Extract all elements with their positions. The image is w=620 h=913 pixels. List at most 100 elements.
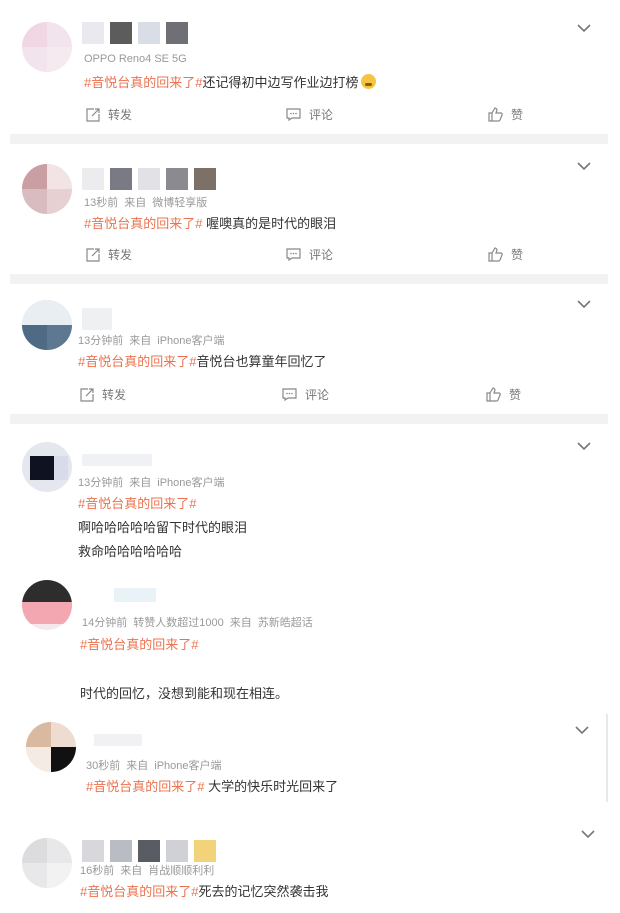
meta-source[interactable]: 肖战顺顺利利: [148, 865, 214, 877]
comment-button[interactable]: 评论: [286, 246, 333, 263]
avatar[interactable]: [22, 580, 72, 630]
comment-icon: [282, 388, 297, 401]
topic-link[interactable]: #音悦台真的回来了#: [84, 75, 202, 90]
comment-card: 13秒前 来自 微博轻享版 #音悦台真的回来了# 喔噢真的是时代的眼泪 转发 评论 …: [10, 146, 608, 270]
meta-from: 来自: [229, 617, 252, 629]
repost-button[interactable]: 转发: [86, 106, 132, 123]
comment-line: 啊哈哈哈哈哈留下时代的眼泪: [78, 520, 248, 535]
topic-link[interactable]: #音悦台真的回来了#: [80, 637, 198, 652]
comment-text: #音悦台真的回来了# 喔噢真的是时代的眼泪: [84, 213, 336, 232]
meta-time: 30秒前: [86, 760, 121, 772]
comment-meta: OPPO Reno4 SE 5G: [84, 53, 193, 65]
topic-link[interactable]: #音悦台真的回来了#: [78, 354, 196, 369]
comment-text: #音悦台真的回来了#还记得初中边写作业边打榜: [84, 72, 377, 91]
comment-line: 救命哈哈哈哈哈哈: [78, 544, 183, 559]
comment-meta: 30秒前 来自 iPhone客户端: [86, 757, 228, 773]
blurred-username[interactable]: [94, 734, 142, 756]
divider: [10, 274, 608, 284]
comment-meta: 14分钟前 转赞人数超过1000 来自 苏新皓超话: [82, 614, 319, 630]
comment-button[interactable]: 评论: [286, 106, 333, 123]
comment-meta: 13秒前 来自 微博轻享版: [84, 194, 213, 210]
meta-from: 来自: [124, 197, 147, 209]
avatar[interactable]: [22, 164, 72, 214]
comment-text: #音悦台真的回来了#音悦台也算童年回忆了: [78, 351, 326, 370]
comment-card: 14分钟前 转赞人数超过1000 来自 苏新皓超话 #音悦台真的回来了# 时代的回忆，…: [14, 572, 606, 712]
like-button[interactable]: 赞: [488, 246, 523, 263]
meta-time: 13分钟前: [78, 477, 124, 489]
comment-card: 30秒前 来自 iPhone客户端 #音悦台真的回来了# 大学的快乐时光回来了: [14, 714, 608, 802]
comment-meta: 16秒前 来自 肖战顺顺利利: [80, 862, 220, 878]
action-bar: 转发 评论 赞: [10, 106, 608, 130]
thumbs-up-icon: [488, 107, 503, 122]
comment-card: OPPO Reno4 SE 5G #音悦台真的回来了#还记得初中边写作业边打榜 …: [10, 8, 608, 132]
repost-button[interactable]: 转发: [80, 386, 126, 403]
comment-card: 13分钟前 来自 iPhone客户端 #音悦台真的回来了#音悦台也算童年回忆了 转发…: [10, 286, 608, 410]
topic-link[interactable]: #音悦台真的回来了#: [78, 496, 196, 511]
comment-body: 死去的记忆突然袭击我: [198, 884, 329, 899]
meta-time: 16秒前: [80, 865, 115, 877]
avatar[interactable]: [22, 838, 72, 888]
comment-topic: #音悦台真的回来了#: [78, 493, 196, 512]
repost-icon: [86, 247, 100, 262]
comment-text: #音悦台真的回来了#死去的记忆突然袭击我: [80, 881, 328, 900]
meta-source[interactable]: OPPO Reno4 SE 5G: [84, 53, 187, 65]
topic-link[interactable]: #音悦台真的回来了#: [86, 779, 204, 794]
meta-source[interactable]: iPhone客户端: [154, 760, 221, 772]
comment-icon: [286, 108, 301, 121]
topic-link[interactable]: #音悦台真的回来了#: [80, 884, 198, 899]
comment-line: 时代的回忆，没想到能和现在相连。: [80, 686, 289, 701]
meta-from: 来自: [129, 335, 152, 347]
thumbs-up-icon: [488, 247, 503, 262]
blurred-username[interactable]: [114, 588, 156, 610]
comment-meta: 13分钟前 来自 iPhone客户端: [78, 332, 231, 348]
meta-time: 13秒前: [84, 197, 119, 209]
comment-body: 音悦台也算童年回忆了: [196, 354, 327, 369]
blurred-username[interactable]: [82, 22, 188, 44]
meta-time: 14分钟前: [82, 617, 128, 629]
meta-reposts: 转赞人数超过1000: [133, 617, 224, 629]
crying-face-icon: [361, 74, 377, 89]
blurred-username[interactable]: [82, 454, 152, 476]
chevron-down-icon[interactable]: [580, 828, 596, 840]
chevron-down-icon[interactable]: [576, 440, 592, 452]
like-button[interactable]: 赞: [488, 106, 523, 123]
comment-body: 还记得初中边写作业边打榜: [202, 75, 359, 90]
thumbs-up-icon: [486, 387, 501, 402]
meta-time: 13分钟前: [78, 335, 124, 347]
divider: [10, 134, 608, 144]
meta-source[interactable]: 微博轻享版: [152, 197, 207, 209]
blurred-username[interactable]: [82, 840, 216, 862]
comment-button[interactable]: 评论: [282, 386, 329, 403]
blurred-username[interactable]: [82, 168, 216, 190]
comment-body: 大学的快乐时光回来了: [204, 779, 339, 794]
comment-topic: #音悦台真的回来了#: [80, 634, 198, 653]
chevron-down-icon[interactable]: [574, 724, 590, 736]
chevron-down-icon[interactable]: [576, 22, 592, 34]
meta-from: 来自: [126, 760, 149, 772]
meta-source[interactable]: iPhone客户端: [157, 477, 224, 489]
action-bar: 转发 评论 赞: [10, 246, 608, 270]
comment-text: #音悦台真的回来了# 大学的快乐时光回来了: [86, 776, 338, 795]
topic-link[interactable]: #音悦台真的回来了#: [84, 216, 202, 231]
comment-meta: 13分钟前 来自 iPhone客户端: [78, 474, 231, 490]
action-bar: 转发 评论 赞: [10, 386, 608, 410]
avatar[interactable]: [22, 300, 72, 350]
blurred-username[interactable]: [82, 308, 112, 330]
avatar[interactable]: [22, 442, 72, 492]
chevron-down-icon[interactable]: [576, 298, 592, 310]
comment-body: 喔噢真的是时代的眼泪: [202, 216, 337, 231]
avatar[interactable]: [26, 722, 76, 772]
meta-source[interactable]: iPhone客户端: [157, 335, 224, 347]
meta-from: 来自: [129, 477, 152, 489]
meta-from: 来自: [120, 865, 143, 877]
comment-card: 13分钟前 来自 iPhone客户端 #音悦台真的回来了# 啊哈哈哈哈哈留下时代的眼…: [10, 426, 608, 566]
like-button[interactable]: 赞: [486, 386, 521, 403]
chevron-down-icon[interactable]: [576, 160, 592, 172]
repost-icon: [86, 107, 100, 122]
divider: [10, 414, 608, 424]
comment-icon: [286, 248, 301, 261]
comment-card: 16秒前 来自 肖战顺顺利利 #音悦台真的回来了#死去的记忆突然袭击我: [10, 820, 608, 913]
repost-button[interactable]: 转发: [86, 246, 132, 263]
avatar[interactable]: [22, 22, 72, 72]
meta-source[interactable]: 苏新皓超话: [258, 617, 313, 629]
